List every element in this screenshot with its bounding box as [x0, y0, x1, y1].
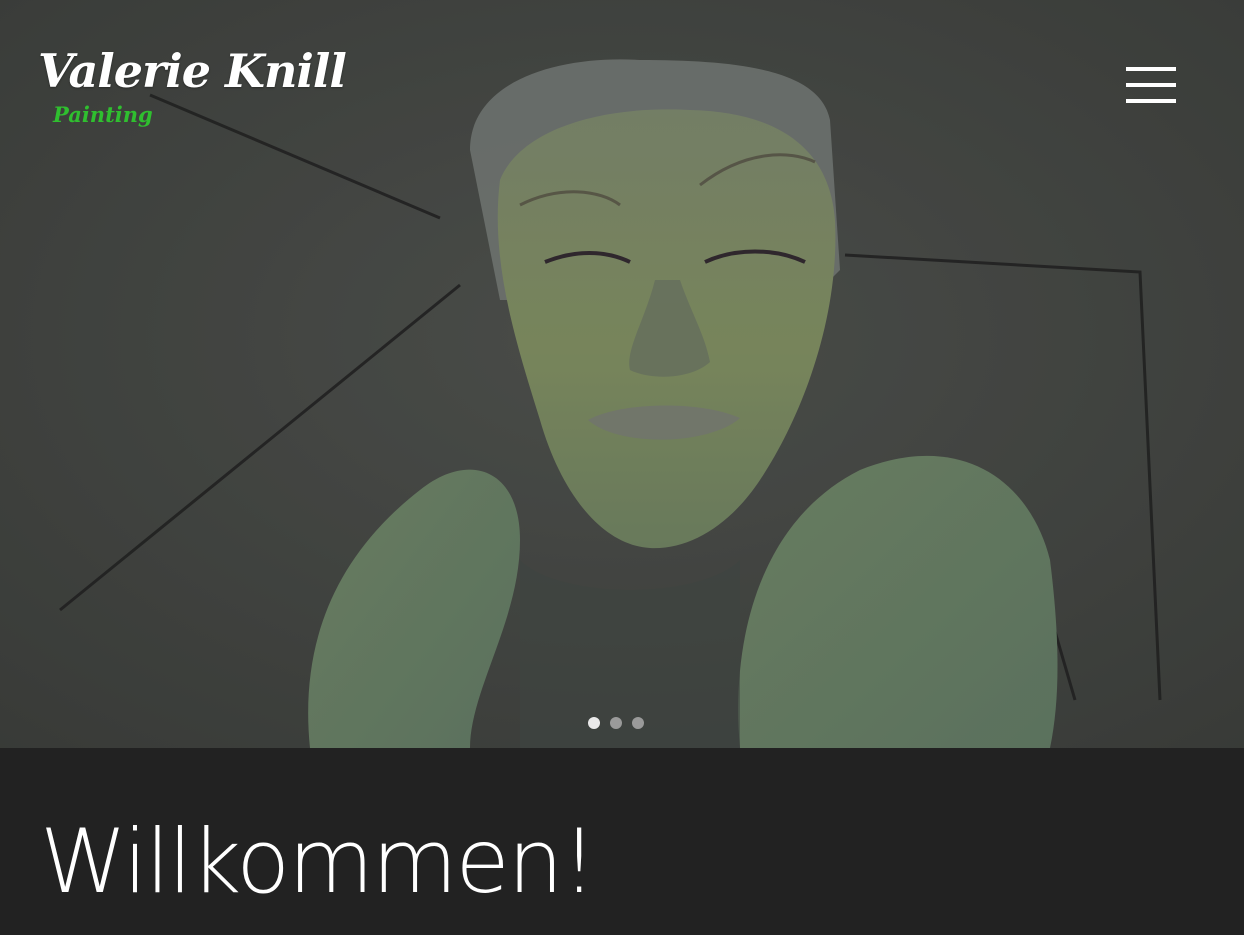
slider-dot-3[interactable] — [632, 717, 644, 729]
welcome-heading: Willkommen! — [40, 810, 597, 913]
hamburger-icon[interactable] — [1124, 64, 1178, 106]
site-tagline: Painting — [53, 102, 153, 127]
site-branding: Valerie Knill Painting — [38, 48, 347, 127]
menu-bar-bottom — [1126, 99, 1176, 103]
slider-pagination — [588, 717, 644, 729]
main-content: Willkommen! — [0, 748, 1244, 935]
menu-bar-middle — [1126, 83, 1176, 87]
site-title[interactable]: Valerie Knill — [38, 48, 347, 94]
hero-slider: Valerie Knill Painting — [0, 0, 1244, 748]
menu-bar-top — [1126, 67, 1176, 71]
slider-dot-2[interactable] — [610, 717, 622, 729]
slider-dot-1[interactable] — [588, 717, 600, 729]
